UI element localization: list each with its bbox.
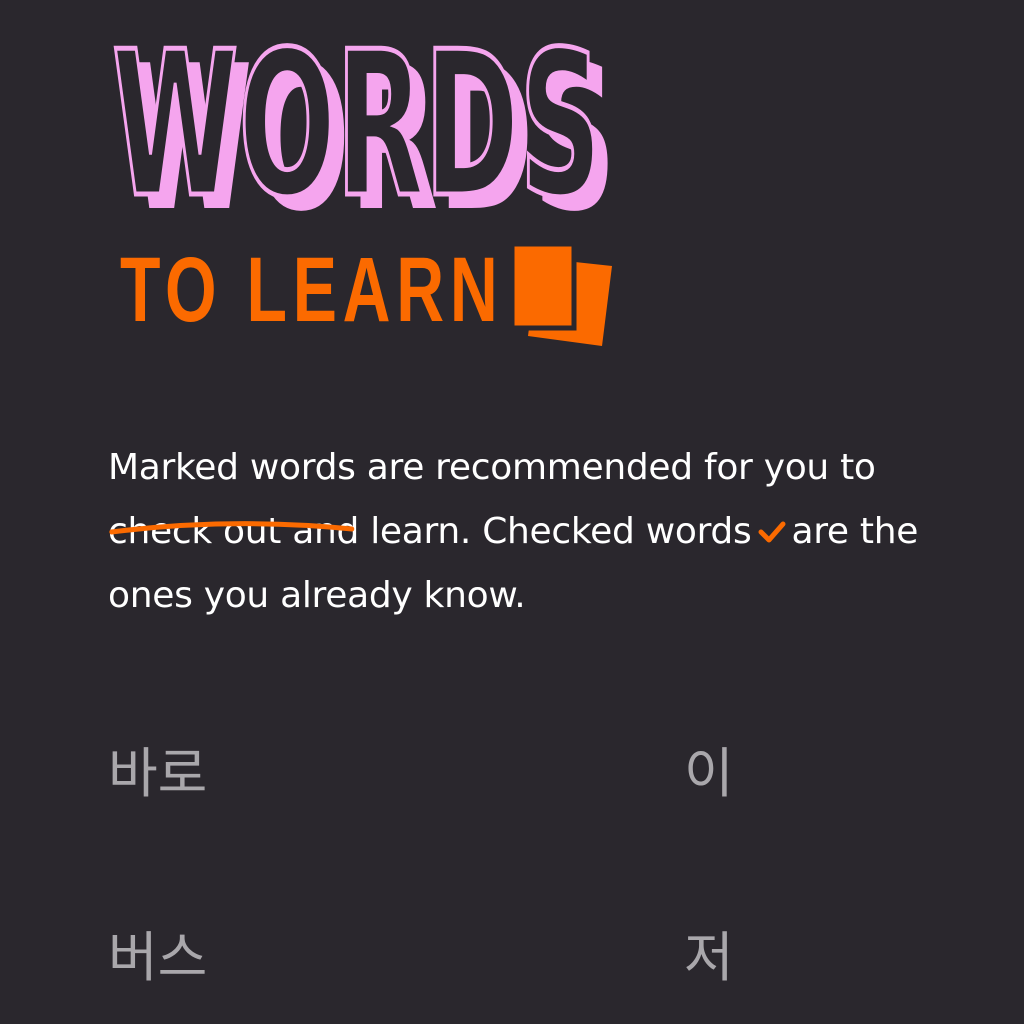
- intro-paragraph: Marked words are recommended for you to …: [108, 436, 988, 628]
- word-item[interactable]: 버스: [108, 926, 207, 990]
- word-item[interactable]: 바로: [108, 742, 207, 806]
- logo-title: WORDS WORDS: [108, 7, 628, 257]
- words-to-learn-screen: WORDS WORDS TO LEARN Marked words are re…: [0, 0, 1024, 1024]
- word-grid: 바로 이 버스 저: [108, 722, 988, 1022]
- marked-words-example: Marked words: [108, 436, 356, 535]
- word-item[interactable]: 이: [684, 742, 734, 806]
- marked-words-label: Marked words: [108, 447, 356, 488]
- words-to-learn-logo: WORDS WORDS TO LEARN: [108, 7, 628, 358]
- svg-text:WORDS: WORDS: [112, 18, 602, 228]
- flashcards-icon: [508, 236, 618, 348]
- logo-subtitle: TO LEARN: [120, 239, 504, 341]
- orange-checkmark-icon: [757, 502, 787, 543]
- word-item[interactable]: 저: [684, 926, 734, 990]
- orange-underline-icon: [108, 494, 356, 535]
